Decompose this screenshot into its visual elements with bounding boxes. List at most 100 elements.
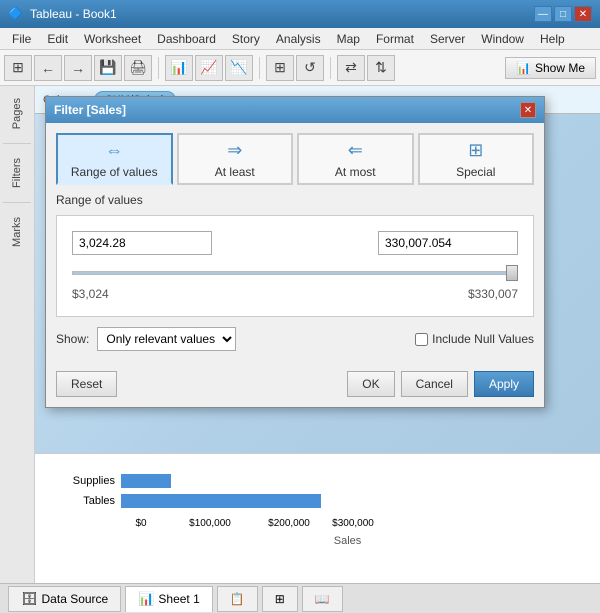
toolbar-chart-group: 📊 📈 📉 [165, 55, 253, 81]
chart-row-supplies: Supplies [55, 474, 580, 488]
toolbar-sep2 [259, 57, 260, 79]
chart-label-tables: Tables [55, 495, 115, 507]
tab-at-least[interactable]: ⇒ At least [177, 133, 294, 185]
toolbar-swap-icon[interactable]: ⇄ [337, 55, 365, 81]
slider-handle-max[interactable] [506, 265, 518, 281]
sheet1-tab[interactable]: 📊 Sheet 1 [125, 586, 213, 612]
data-source-icon: 🗄 [21, 591, 38, 607]
menu-server[interactable]: Server [422, 30, 473, 48]
at-least-icon: ⇒ [227, 140, 242, 161]
dialog-body: ⇔ Range of values ⇒ At least ⇐ At most [46, 123, 544, 371]
dialog-footer: Reset OK Cancel Apply [46, 371, 544, 407]
toolbar-action-group: ⊞ ↺ [266, 55, 324, 81]
toolbar-sort-icon[interactable]: ⇅ [367, 55, 395, 81]
menu-dashboard[interactable]: Dashboard [149, 30, 224, 48]
range-inputs [72, 231, 518, 255]
new-sheet-button[interactable]: 📋 [217, 586, 258, 612]
slider-track [72, 271, 518, 275]
menu-help[interactable]: Help [532, 30, 573, 48]
filter-tab-row: ⇔ Range of values ⇒ At least ⇐ At most [56, 133, 534, 185]
reset-button[interactable]: Reset [56, 371, 117, 397]
title-bar: 🔷 Tableau - Book1 — □ ✕ [0, 0, 600, 28]
chart-label-supplies: Supplies [55, 475, 115, 487]
toolbar-forward-icon[interactable]: → [64, 55, 92, 81]
chart-bar-supplies [121, 474, 171, 488]
menu-window[interactable]: Window [473, 30, 532, 48]
tab-range-of-values[interactable]: ⇔ Range of values [56, 133, 173, 185]
range-min-input[interactable] [72, 231, 212, 255]
range-slider[interactable] [72, 263, 518, 283]
new-dashboard-button[interactable]: ⊞ [262, 586, 298, 612]
range-max-input[interactable] [378, 231, 518, 255]
ok-button[interactable]: OK [347, 371, 394, 397]
sidebar-marks-label: Marks [9, 213, 25, 251]
dialog-close-button[interactable]: ✕ [520, 102, 536, 118]
toolbar-chart3-icon[interactable]: 📉 [225, 55, 253, 81]
chart-row-tables: Tables [55, 494, 580, 508]
menu-format[interactable]: Format [368, 30, 422, 48]
chart-x-300k: $300,000 [323, 518, 383, 529]
chart-area: Supplies Tables $0 $100,000 $200,000 $30… [35, 453, 600, 583]
menu-story[interactable]: Story [224, 30, 268, 48]
toolbar-refresh-icon[interactable]: ↺ [296, 55, 324, 81]
slider-labels: $3,024 $330,007 [72, 287, 518, 301]
toolbar-chart1-icon[interactable]: 📊 [165, 55, 193, 81]
tab-special[interactable]: ⊞ Special [418, 133, 535, 185]
sidebar-filters-label: Filters [9, 154, 25, 192]
toolbar-sep3 [330, 57, 331, 79]
chart-bar-tables [121, 494, 321, 508]
sheet1-icon: 📊 [138, 591, 154, 607]
minimize-button[interactable]: — [534, 6, 552, 22]
show-select[interactable]: Only relevant values All values [97, 327, 236, 351]
toolbar-save-icon[interactable]: 💾 [94, 55, 122, 81]
left-sidebar: Pages Filters Marks [0, 86, 35, 583]
toolbar-nav2-group: ⇄ ⇅ [337, 55, 395, 81]
cancel-button[interactable]: Cancel [401, 371, 468, 397]
range-of-values-icon: ⇔ [105, 140, 123, 161]
null-values-label: Include Null Values [432, 332, 534, 346]
chart-bars: Supplies Tables $0 $100,000 $200,000 $30… [55, 474, 580, 547]
show-label-text: Show: [56, 332, 89, 346]
toolbar-filter-icon[interactable]: ⊞ [266, 55, 294, 81]
apply-button[interactable]: Apply [474, 371, 534, 397]
tab-at-most-label: At most [335, 165, 376, 179]
toolbar: ⊞ ← → 💾 🖨 📊 📈 📉 ⊞ ↺ ⇄ ⇅ 📊 Show Me [0, 50, 600, 86]
title-bar-text: Tableau - Book1 [30, 7, 534, 21]
show-me-label: Show Me [535, 61, 585, 75]
data-source-label: Data Source [42, 592, 109, 606]
null-values-checkbox[interactable] [415, 333, 428, 346]
main-area: Pages Filters Marks Columns SUM(Sales) F… [0, 86, 600, 583]
toolbar-back-icon[interactable]: ← [34, 55, 62, 81]
show-me-chart-icon: 📊 [516, 61, 531, 75]
tab-at-least-label: At least [215, 165, 255, 179]
chart-x-200k: $200,000 [259, 518, 319, 529]
menu-analysis[interactable]: Analysis [268, 30, 329, 48]
menu-file[interactable]: File [4, 30, 39, 48]
slider-fill [73, 272, 507, 274]
menu-edit[interactable]: Edit [39, 30, 76, 48]
new-sheet-icon: 📋 [230, 592, 245, 606]
dialog-title-text: Filter [Sales] [54, 103, 520, 117]
toolbar-grid-icon[interactable]: ⊞ [4, 55, 32, 81]
new-dashboard-icon: ⊞ [275, 592, 285, 606]
menu-worksheet[interactable]: Worksheet [76, 30, 149, 48]
toolbar-sep1 [158, 57, 159, 79]
dialog-title-bar: Filter [Sales] ✕ [46, 97, 544, 123]
status-bar: 🗄 Data Source 📊 Sheet 1 📋 ⊞ 📖 [0, 583, 600, 613]
close-button[interactable]: ✕ [574, 6, 592, 22]
toolbar-print-icon[interactable]: 🖨 [124, 55, 152, 81]
chart-x-axis: $0 $100,000 $200,000 $300,000 [121, 518, 580, 529]
toolbar-chart2-icon[interactable]: 📈 [195, 55, 223, 81]
data-source-tab[interactable]: 🗄 Data Source [8, 586, 121, 612]
menu-bar: File Edit Worksheet Dashboard Story Anal… [0, 28, 600, 50]
maximize-button[interactable]: □ [554, 6, 572, 22]
show-me-button[interactable]: 📊 Show Me [505, 57, 596, 79]
menu-map[interactable]: Map [329, 30, 368, 48]
filter-dialog: Filter [Sales] ✕ ⇔ Range of values ⇒ At … [45, 96, 545, 408]
app-icon: 🔷 [8, 6, 24, 22]
chart-x-100k: $100,000 [185, 518, 235, 529]
new-story-button[interactable]: 📖 [302, 586, 343, 612]
tab-at-most[interactable]: ⇐ At most [297, 133, 414, 185]
chart-x-0: $0 [121, 518, 161, 529]
content-area: Columns SUM(Sales) Filter [Sales] ✕ ⇔ Ra… [35, 86, 600, 583]
